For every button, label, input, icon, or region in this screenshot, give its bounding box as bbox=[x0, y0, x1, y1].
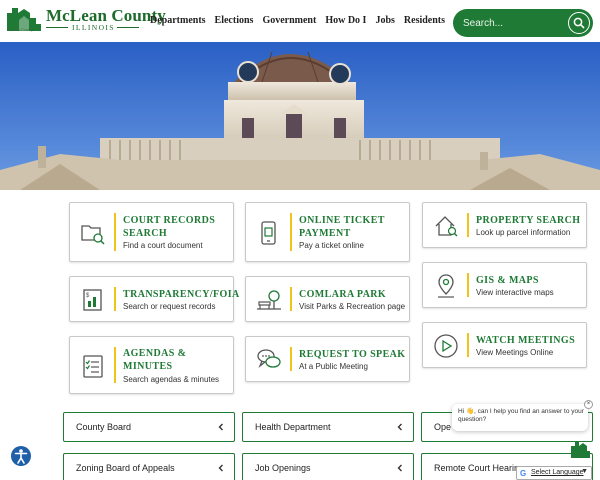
site-header: McLean County McLean County ILLINOIS Dep… bbox=[0, 0, 600, 42]
accordion-label: County Board bbox=[76, 422, 132, 432]
card-court-records[interactable]: COURT RECORDS SEARCH Find a court docume… bbox=[69, 202, 234, 262]
chat-close-button[interactable]: × bbox=[584, 400, 593, 409]
search-button[interactable] bbox=[568, 12, 590, 34]
card-title: COURT RECORDS SEARCH bbox=[123, 215, 216, 239]
speech-bubbles-icon bbox=[257, 349, 281, 369]
park-bench-icon bbox=[257, 290, 281, 310]
folder-search-icon bbox=[81, 225, 105, 245]
card-transparency-foia[interactable]: $ TRANSPARENCY/FOIA Search or request re… bbox=[69, 276, 239, 322]
card-subtitle: Pay a ticket online bbox=[299, 241, 364, 250]
card-accent-bar bbox=[114, 287, 116, 311]
accordion-label: Zoning Board of Appeals bbox=[76, 463, 175, 473]
play-circle-icon bbox=[434, 334, 458, 358]
card-accent-bar bbox=[114, 347, 116, 383]
chevron-left-icon bbox=[218, 464, 223, 472]
card-accent-bar bbox=[114, 213, 116, 251]
card-accent-bar bbox=[290, 213, 292, 251]
nav-government[interactable]: Government bbox=[262, 15, 316, 26]
card-agendas-minutes[interactable]: AGENDAS & MINUTES Search agendas & minut… bbox=[69, 336, 234, 394]
card-accent-bar bbox=[290, 347, 292, 371]
main-nav: Departments Elections Government How Do … bbox=[150, 15, 454, 26]
accordion-label: Health Department bbox=[255, 422, 331, 432]
card-accent-bar bbox=[467, 333, 469, 357]
phone-payment-icon bbox=[261, 221, 276, 245]
google-g-icon: G bbox=[520, 469, 527, 478]
card-watch-meetings[interactable]: WATCH MEETINGS View Meetings Online bbox=[422, 322, 587, 368]
card-title: ONLINE TICKET PAYMENT bbox=[299, 215, 385, 239]
house-search-icon bbox=[435, 216, 458, 237]
card-title: AGENDAS & MINUTES bbox=[123, 348, 187, 372]
chat-launcher-icon[interactable] bbox=[569, 438, 591, 460]
accordion-county-board[interactable]: County Board bbox=[63, 412, 235, 442]
language-selector[interactable]: G Select Language ▼ bbox=[516, 466, 592, 480]
chat-prompt-bubble[interactable]: Hi 👋, can I help you find an answer to y… bbox=[452, 404, 588, 431]
chat-message: Hi 👋, can I help you find an answer to y… bbox=[458, 408, 584, 423]
brand-divider-left bbox=[46, 27, 68, 28]
nav-residents[interactable]: Residents bbox=[404, 15, 445, 26]
card-title: PROPERTY SEARCH bbox=[476, 215, 581, 226]
card-subtitle: Look up parcel information bbox=[476, 228, 571, 237]
chevron-left-icon bbox=[218, 423, 223, 431]
search-input[interactable] bbox=[463, 16, 563, 30]
card-gis-maps[interactable]: GIS & MAPS View interactive maps bbox=[422, 262, 587, 308]
card-comlara-park[interactable]: COMLARA PARK Visit Parks & Recreation pa… bbox=[245, 276, 410, 322]
svg-text:$: $ bbox=[86, 293, 90, 299]
accordion-health-department[interactable]: Health Department bbox=[242, 412, 414, 442]
card-subtitle: View Meetings Online bbox=[476, 348, 554, 357]
records-chart-icon: $ bbox=[83, 289, 102, 311]
card-title: GIS & MAPS bbox=[476, 275, 539, 286]
nav-jobs[interactable]: Jobs bbox=[375, 15, 394, 26]
card-subtitle: View interactive maps bbox=[476, 288, 554, 297]
courthouse-illustration bbox=[0, 42, 600, 190]
card-subtitle: Search agendas & minutes bbox=[123, 375, 220, 384]
card-subtitle: Search or request records bbox=[123, 302, 216, 311]
accessibility-button[interactable] bbox=[11, 446, 31, 466]
language-selector-label: Select Language bbox=[531, 469, 584, 476]
search-box bbox=[453, 9, 593, 37]
dropdown-arrow-icon: ▼ bbox=[581, 468, 588, 475]
map-pin-icon bbox=[438, 274, 454, 298]
accessibility-icon bbox=[14, 449, 28, 464]
card-accent-bar bbox=[467, 213, 469, 237]
card-subtitle: At a Public Meeting bbox=[299, 362, 368, 371]
search-icon bbox=[573, 17, 585, 29]
chevron-left-icon bbox=[397, 464, 402, 472]
card-property-search[interactable]: PROPERTY SEARCH Look up parcel informati… bbox=[422, 202, 587, 248]
brand-subtitle: ILLINOIS bbox=[72, 23, 115, 32]
card-title: TRANSPARENCY/FOIA bbox=[123, 289, 240, 300]
card-accent-bar bbox=[467, 273, 469, 297]
logo-subtext: McLean County bbox=[7, 27, 34, 32]
card-subtitle: Find a court document bbox=[123, 241, 203, 250]
nav-elections[interactable]: Elections bbox=[215, 15, 254, 26]
card-request-to-speak[interactable]: REQUEST TO SPEAK At a Public Meeting bbox=[245, 336, 410, 382]
accordion-label: Remote Court Hearings bbox=[434, 463, 529, 473]
card-subtitle: Visit Parks & Recreation page bbox=[299, 302, 406, 311]
nav-how-do-i[interactable]: How Do I bbox=[325, 15, 366, 26]
card-online-ticket-payment[interactable]: ONLINE TICKET PAYMENT Pay a ticket onlin… bbox=[245, 202, 410, 262]
hero-courthouse-image bbox=[0, 42, 600, 190]
accordion-label: Ope bbox=[434, 422, 452, 432]
card-title: WATCH MEETINGS bbox=[476, 335, 576, 346]
card-title: COMLARA PARK bbox=[299, 289, 387, 300]
accordion-zoning-board[interactable]: Zoning Board of Appeals bbox=[63, 453, 235, 480]
brand-divider-right bbox=[117, 27, 139, 28]
nav-departments[interactable]: Departments bbox=[150, 15, 206, 26]
accordion-job-openings[interactable]: Job Openings bbox=[242, 453, 414, 480]
card-accent-bar bbox=[290, 287, 292, 311]
checklist-icon bbox=[83, 355, 103, 378]
accordion-label: Job Openings bbox=[255, 463, 311, 473]
chevron-left-icon bbox=[397, 423, 402, 431]
card-title: REQUEST TO SPEAK bbox=[299, 349, 406, 360]
